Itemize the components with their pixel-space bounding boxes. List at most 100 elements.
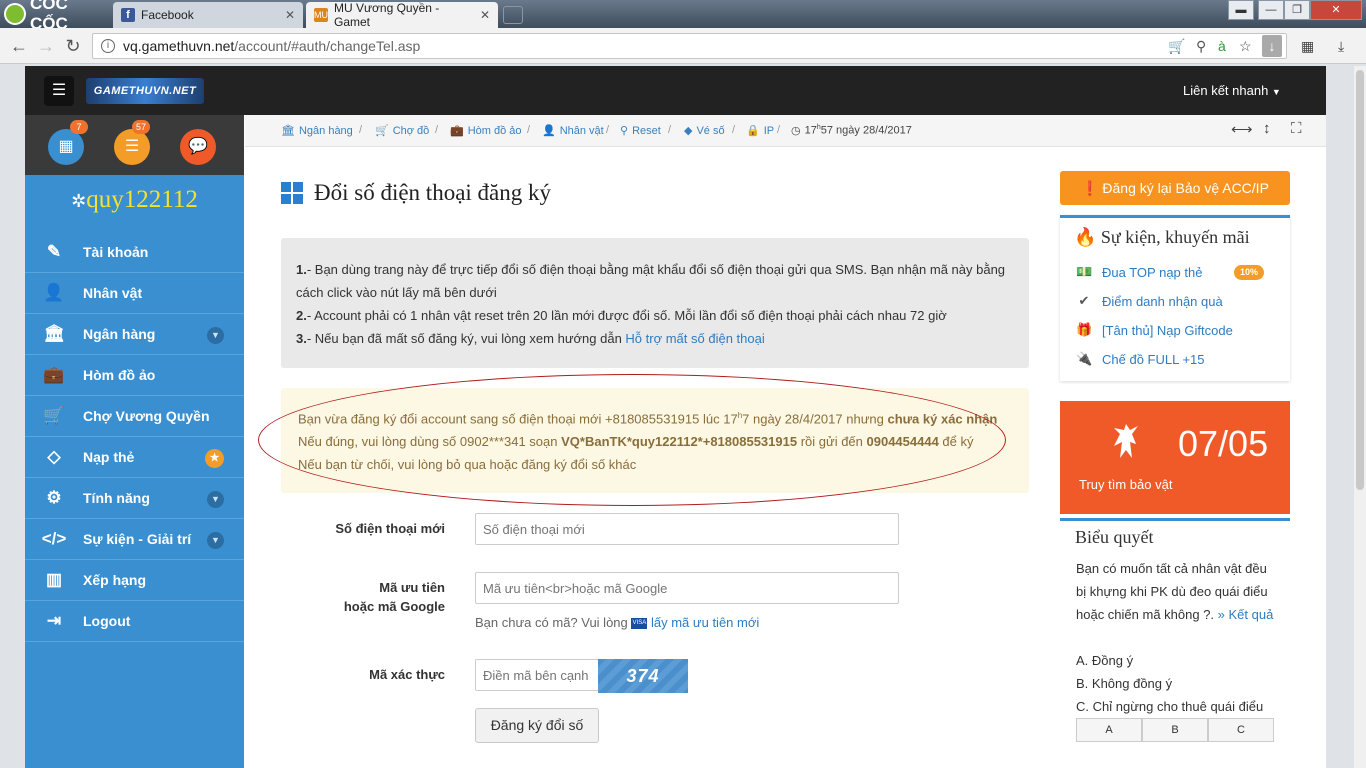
fullscreen-icon[interactable]: ⛶ [1291,120,1302,137]
instruction-text: - Nếu bạn đã mất số đăng ký, vui lòng xe… [306,331,626,346]
quick-link-dropdown[interactable]: Liên kết nhanh ▼ [1183,83,1281,98]
instruction-2: 2.- Account phải có 1 nhân vật reset trê… [296,308,947,323]
event-label: Điểm danh nhận quà [1102,293,1223,309]
vote-c-button[interactable]: C [1208,718,1274,742]
phone-input[interactable] [475,513,899,545]
sidebar-item-events[interactable]: </> Sự kiện - Giải trí ▼ [25,519,244,560]
coccoc-logo-icon [4,3,26,25]
close-icon[interactable]: ✕ [480,8,490,22]
sidebar-item-label: Hòm đồ ảo [83,367,156,383]
promo-date: 07/05 [1178,423,1269,464]
breadcrumb-character[interactable]: 👤 Nhân vật [542,124,604,138]
qr-icon[interactable]: ▦ [1301,38,1314,55]
code-label: Mã ưu tiên hoặc mã Google [285,580,445,619]
calendar-icon[interactable]: ▦ [48,129,84,165]
gift-icon: 🎁 [1076,322,1093,337]
gears-icon: ⚙ [46,488,62,507]
breadcrumb-bank[interactable]: 🏛 Ngân hàng [281,124,353,138]
tab-mu[interactable]: MU MU Vương Quyền - Gamet ✕ [306,1,498,29]
download-arrow-icon[interactable]: ↓ [1262,35,1282,57]
captcha-input[interactable] [475,659,599,691]
sidebar-item-bank[interactable]: 🏛 Ngân hàng ▼ [25,314,244,355]
menu-icon[interactable]: ▬ [1228,0,1254,20]
user-icon: 👤 [542,125,556,137]
windows-logo-icon [281,182,303,204]
chat-icon[interactable]: 💬 [180,129,216,165]
maximize-icon[interactable]: ❐ [1284,0,1310,20]
sidebar-item-market[interactable]: 🛒 Chợ Vương Quyền [25,396,244,437]
breadcrumb-label: Vé số [696,124,725,137]
back-icon[interactable]: ← [8,36,30,58]
sidebar-item-logout[interactable]: ⇥ Logout [25,601,244,642]
instruction-number: 3. [296,331,307,346]
sidebar-item-features[interactable]: ⚙ Tính năng ▼ [25,478,244,519]
re-register-protection-button[interactable]: ❗ Đăng ký lại Bảo vệ ACC/IP [1060,171,1290,205]
vote-a-button[interactable]: A [1076,718,1142,742]
tab-label: Facebook [141,8,194,22]
poll-question-line: hoặc chiến mã không ?. » Kết quả [1076,607,1273,622]
breadcrumb-lottery[interactable]: ◆ Vé số [684,124,725,138]
chevron-down-icon[interactable]: ▼ [207,532,224,549]
submit-button[interactable]: Đăng ký đổi số [475,708,599,743]
bank-icon: 🏛 [43,324,65,343]
expand-vertical-icon[interactable]: ↕ [1263,120,1271,137]
vote-b-button[interactable]: B [1142,718,1208,742]
lost-phone-support-link[interactable]: Hỗ trợ mất số điện thoại [625,331,764,346]
poll-result-link[interactable]: » Kết quả [1218,607,1274,622]
event-top-topup[interactable]: 💵 Đua TOP nạp thẻ [1076,264,1202,280]
sidebar-item-virtual-chest[interactable]: 💼 Hòm đồ ảo [25,355,244,396]
star-icon[interactable]: ☆ [1239,38,1252,55]
username-text: quy122112 [86,186,198,213]
list-icon[interactable]: ☰ [114,129,150,165]
event-giftcode[interactable]: 🎁 [Tân thủ] Nạp Giftcode [1076,322,1233,338]
event-label: [Tân thủ] Nạp Giftcode [1102,322,1233,338]
reset-icon: ⚲ [620,125,629,137]
event-craft[interactable]: 🔌 Chế đồ FULL +15 [1076,351,1205,367]
cart-icon[interactable]: 🛒 [1168,38,1185,55]
expand-horizontal-icon[interactable]: ⟷ [1231,120,1253,138]
chevron-down-icon[interactable]: ▼ [207,327,224,344]
code-icon: </> [41,529,67,548]
sidebar-item-topup[interactable]: ◇ Nạp thẻ ★ [25,437,244,478]
breadcrumb-label: Reset [632,124,661,137]
breadcrumb-chest[interactable]: 💼 Hòm đồ ảo [450,124,522,138]
tab-facebook[interactable]: f Facebook ✕ [113,2,303,28]
sidebar-item-label: Tài khoản [83,244,149,260]
page-title: Đổi số điện thoại đăng ký [314,180,551,205]
briefcase-icon: 💼 [43,365,65,384]
hamburger-menu-icon[interactable]: ☰ [44,76,74,106]
info-icon[interactable]: i [101,39,115,53]
downloads-icon[interactable]: ⤓ [1338,38,1344,55]
vietnamese-input-icon[interactable]: à [1218,38,1226,54]
pin-icon[interactable]: ⚲ [1196,38,1206,55]
poll-option-b: B. Không đồng ý [1076,676,1173,691]
browser-brand[interactable]: CỐC CỐC [0,0,110,33]
forward-icon[interactable]: → [35,36,57,58]
chevron-down-icon[interactable]: ▼ [207,491,224,508]
new-tab-button[interactable] [503,6,523,24]
breadcrumb-reset[interactable]: ⚲ Reset [620,124,661,138]
sidebar-item-account[interactable]: ✎ Tài khoản [25,232,244,273]
sidebar-item-label: Xếp hạng [83,572,147,588]
reload-icon[interactable]: ↻ [62,36,84,58]
window-close-icon[interactable]: ✕ [1310,0,1362,20]
poll-title: Biểu quyết [1075,527,1154,547]
code-label-line: Mã ưu tiên [379,580,445,595]
sidebar-item-ranking[interactable]: ▥ Xếp hạng [25,560,244,601]
scrollbar-thumb[interactable] [1356,70,1364,490]
url-input[interactable]: i vq.gamethuvn.net/account/#auth/changeT… [92,33,1287,59]
sidebar-item-character[interactable]: 👤 Nhân vật [25,273,244,314]
poll-question-line: Bạn có muốn tất cả nhân vật đều [1076,561,1267,576]
breadcrumb-ip[interactable]: 🔒 IP [746,124,774,138]
exclamation-icon: ❗ [1081,180,1099,196]
close-icon[interactable]: ✕ [285,8,295,22]
event-checkin[interactable]: ✔ Điểm danh nhận quà [1076,293,1223,309]
get-code-link[interactable]: lấy mã ưu tiên mới [651,615,759,630]
promo-label: Truy tìm bảo vật [1079,477,1173,492]
site-logo[interactable]: GAMETHUVN.NET [86,78,204,104]
sidebar-item-label: Nạp thẻ [83,449,135,465]
breadcrumb-market[interactable]: 🛒 Chợ đồ [375,124,429,138]
minimize-icon[interactable]: — [1258,0,1284,20]
priority-code-input[interactable] [475,572,899,604]
list-badge: 57 [132,120,150,134]
